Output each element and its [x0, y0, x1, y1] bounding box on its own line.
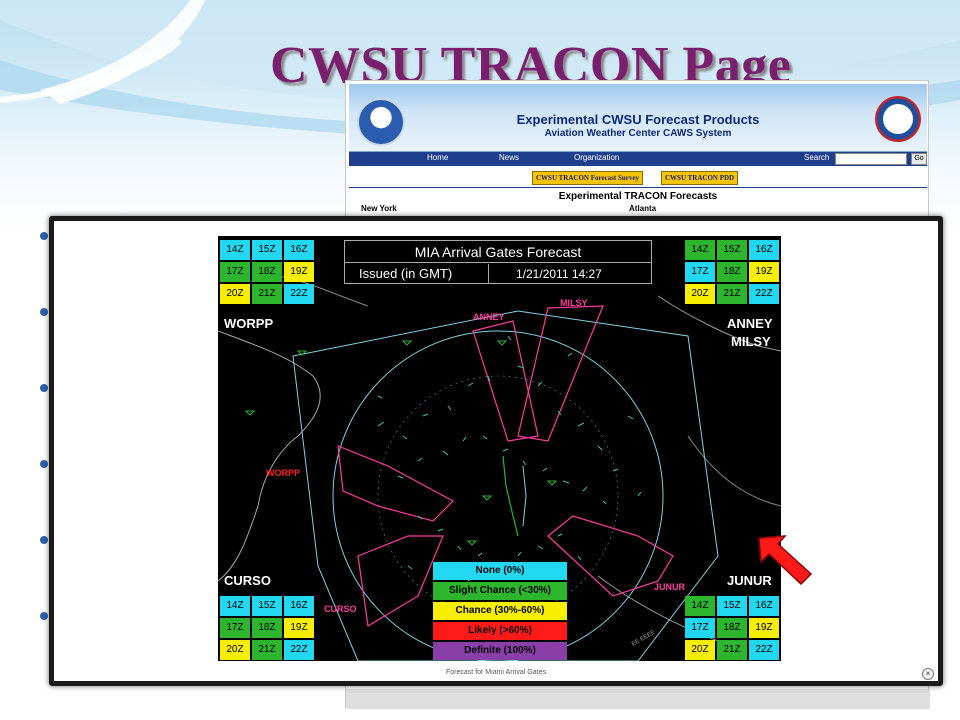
map-label-anney: ANNEY [473, 312, 505, 322]
bullet-dot [40, 460, 48, 468]
gate-grid-curso: 14Z 15Z 16Z 17Z 18Z 19Z 20Z 21Z 22Z [220, 596, 314, 660]
bullet-dot [40, 384, 48, 392]
legend-none: None (0%) [433, 562, 567, 580]
column-new-york[interactable]: New York [361, 204, 397, 213]
nav-home[interactable]: Home [427, 153, 448, 162]
bullet-dot [40, 612, 48, 620]
bullet-dot [40, 232, 48, 240]
hour-cell-worpp: 19Z [284, 262, 314, 282]
map-label-junur: JUNUR [654, 582, 686, 592]
hour-cell-worpp: 14Z [220, 240, 250, 260]
search-input[interactable] [835, 153, 907, 165]
hour-cell-worpp: 15Z [252, 240, 282, 260]
radar-map: ЕЕ ЕЕЕЕ MIA Arrival Gates Forecast Issue… [218, 236, 781, 661]
close-icon[interactable]: × [922, 668, 934, 680]
tab-tracon-pdd[interactable]: CWSU TRACON PDD [661, 171, 739, 185]
hour-cell-junur: 14Z [685, 596, 715, 616]
hour-cell-anney: 21Z [717, 284, 747, 304]
hour-cell-anney: 17Z [685, 262, 715, 282]
hour-cell-curso: 20Z [220, 640, 250, 660]
hour-cell-junur: 20Z [685, 640, 715, 660]
legend-slight-chance: Slight Chance (<30%) [433, 582, 567, 600]
bullet-dot [40, 308, 48, 316]
legend-chance: Chance (30%-60%) [433, 602, 567, 620]
red-arrow-icon [758, 535, 813, 586]
hour-cell-anney: 18Z [717, 262, 747, 282]
modal-caption: Forecast for Miami Arrival Gates [446, 669, 546, 676]
bullet-dot [40, 536, 48, 544]
hour-cell-worpp: 21Z [252, 284, 282, 304]
hour-cell-curso: 14Z [220, 596, 250, 616]
hour-cell-curso: 17Z [220, 618, 250, 638]
svg-text:ЕЕ ЕЕЕЕ: ЕЕ ЕЕЕЕ [631, 630, 656, 648]
hour-cell-curso: 21Z [252, 640, 282, 660]
gate-label-milsy: MILSY [731, 334, 771, 349]
hour-cell-worpp: 18Z [252, 262, 282, 282]
website-header: Experimental CWSU Forecast Products Avia… [349, 84, 927, 152]
column-atlanta[interactable]: Atlanta [629, 204, 656, 213]
hour-cell-junur: 21Z [717, 640, 747, 660]
hour-cell-curso: 18Z [252, 618, 282, 638]
hour-cell-junur: 18Z [717, 618, 747, 638]
hour-cell-worpp: 16Z [284, 240, 314, 260]
gate-grid-anney: 14Z 15Z 16Z 17Z 18Z 19Z 20Z 21Z 22Z [685, 240, 779, 304]
website-subtitle: Aviation Weather Center CAWS System [544, 128, 732, 139]
issued-label: Issued (in GMT) [345, 264, 489, 284]
forecast-modal: ЕЕ ЕЕЕЕ MIA Arrival Gates Forecast Issue… [49, 216, 943, 686]
tab-tracon-forecast-survey[interactable]: CWSU TRACON Forecast Survey [532, 171, 643, 185]
hour-cell-anney: 22Z [749, 284, 779, 304]
map-label-milsy: MILSY [560, 298, 588, 308]
hour-cell-anney: 16Z [749, 240, 779, 260]
map-label-curso: CURSO [324, 604, 357, 614]
nav-news[interactable]: News [499, 153, 519, 162]
probability-legend: None (0%) Slight Chance (<30%) Chance (3… [433, 562, 567, 661]
website-heading: Experimental TRACON Forecasts [558, 191, 718, 202]
hour-cell-curso: 22Z [284, 640, 314, 660]
gate-label-worpp: WORPP [224, 316, 274, 331]
hour-cell-junur: 15Z [717, 596, 747, 616]
hour-cell-anney: 20Z [685, 284, 715, 304]
forecast-header-table: MIA Arrival Gates Forecast Issued (in GM… [344, 240, 652, 284]
forecast-title: MIA Arrival Gates Forecast [345, 243, 651, 263]
divider [349, 187, 927, 188]
go-button[interactable]: Go [911, 153, 927, 165]
hour-cell-worpp: 22Z [284, 284, 314, 304]
hour-cell-worpp: 17Z [220, 262, 250, 282]
gate-label-curso: CURSO [224, 573, 271, 588]
legend-definite: Definite (100%) [433, 642, 567, 660]
gate-grid-junur: 14Z 15Z 16Z 17Z 18Z 19Z 20Z 21Z 22Z [685, 596, 779, 660]
nav-search: Search [804, 153, 830, 162]
hour-cell-worpp: 20Z [220, 284, 250, 304]
website-title: Experimental CWSU Forecast Products [516, 112, 760, 127]
hour-cell-junur: 22Z [749, 640, 779, 660]
hour-cell-junur: 17Z [685, 618, 715, 638]
website-footer [346, 689, 930, 709]
issued-time: 1/21/2011 14:27 [516, 267, 602, 281]
hour-cell-anney: 15Z [717, 240, 747, 260]
website-nav: Home News Organization Search Go [349, 152, 927, 166]
legend-likely: Likely (>60%) [433, 622, 567, 640]
map-label-worpp: WORPP [266, 468, 301, 478]
nav-organization[interactable]: Organization [574, 153, 619, 162]
hour-cell-anney: 19Z [749, 262, 779, 282]
gate-grid-worpp: 14Z 15Z 16Z 17Z 18Z 19Z 20Z 21Z 22Z [220, 240, 314, 304]
gate-label-anney: ANNEY [727, 316, 773, 331]
hour-cell-junur: 19Z [749, 618, 779, 638]
hour-cell-junur: 16Z [749, 596, 779, 616]
hour-cell-curso: 15Z [252, 596, 282, 616]
hour-cell-curso: 19Z [284, 618, 314, 638]
hour-cell-anney: 14Z [685, 240, 715, 260]
hour-cell-curso: 16Z [284, 596, 314, 616]
